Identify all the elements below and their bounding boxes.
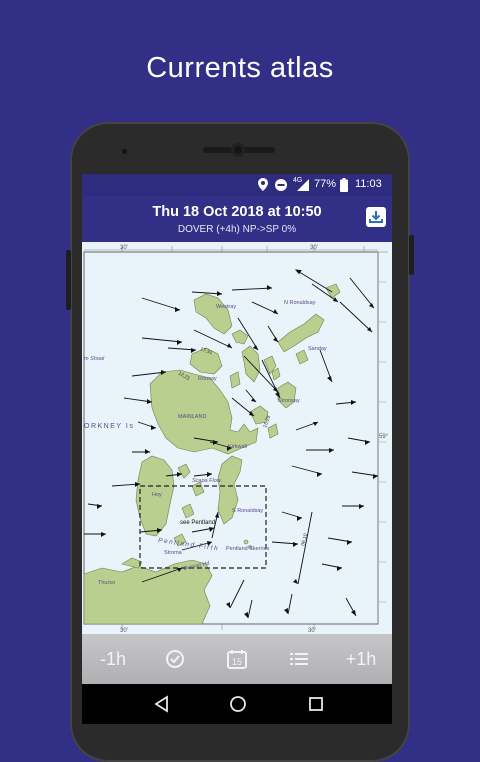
current-time-button[interactable] [150, 634, 200, 684]
download-icon [369, 211, 383, 223]
status-bar: 4G 77% 11:03 [82, 174, 392, 196]
place-thurso: Thurso [98, 580, 115, 586]
previous-hour-label: -1h [99, 648, 126, 669]
place-hoy: Hoy [152, 492, 162, 498]
next-hour-button[interactable]: +1h [336, 634, 386, 684]
proximity-sensor [122, 149, 127, 154]
place-n-ronaldsay: N Ronaldsay [284, 300, 316, 306]
front-camera [231, 143, 245, 157]
tick-label: 30' [310, 245, 318, 251]
home-icon[interactable] [228, 694, 248, 714]
app-header: Thu 18 Oct 2018 at 10:50 DOVER (+4h) NP-… [82, 196, 392, 242]
recents-icon[interactable] [306, 694, 326, 714]
place-orkney: ORKNEY Is [84, 423, 134, 430]
signal-icon [297, 179, 309, 191]
place-westray: Westray [216, 304, 236, 310]
time-toolbar: -1h 15 +1h [82, 634, 392, 684]
system-nav-bar [82, 684, 392, 724]
tick-label: 59° [379, 434, 389, 440]
clock-icon [166, 650, 184, 668]
place-pentland-skerries: Pentland Skerries [226, 546, 270, 552]
place-kirkwall: Kirkwall [228, 444, 247, 450]
previous-hour-button[interactable]: -1h [88, 634, 138, 684]
battery-percent: 77% [314, 178, 337, 190]
tick-label: 30' [120, 245, 128, 251]
place-stronsay: Stronsay [278, 398, 300, 404]
place-s-ronaldsay: S Ronaldsay [232, 508, 263, 514]
next-hour-label: +1h [345, 648, 377, 669]
location-icon [258, 178, 268, 191]
place-shoal: m Shoal [84, 356, 105, 362]
inset-label: see Pentland [180, 520, 215, 526]
power-button [409, 235, 414, 275]
place-stroma: Stroma [164, 550, 183, 556]
screen: 4G 77% 11:03 Thu 18 Oct 2018 at 10:50 DO… [82, 174, 392, 724]
volume-button [66, 250, 71, 310]
calendar-day: 15 [232, 657, 242, 667]
list-button[interactable] [274, 634, 324, 684]
do-not-disturb-icon [275, 179, 287, 191]
battery-icon [340, 178, 348, 192]
tide-reference: DOVER (+4h) NP->SP 0% [177, 224, 297, 235]
calendar-icon: 15 [227, 650, 247, 669]
back-icon[interactable] [152, 694, 172, 714]
calendar-button[interactable]: 15 [212, 634, 262, 684]
place-mainland: MAINLAND [178, 414, 206, 420]
place-scapa-flow: Scapa Flow [192, 478, 222, 484]
place-rousay: Rousay [198, 376, 217, 382]
headline: Currents atlas [146, 52, 334, 84]
date-title: Thu 18 Oct 2018 at 10:50 [152, 204, 322, 220]
list-icon [290, 653, 308, 665]
clock: 11:03 [355, 178, 382, 190]
download-button[interactable] [366, 207, 386, 227]
currents-map[interactable]: 30' 30' 59° 30' 30' N Ronaldsay Westray … [82, 242, 392, 634]
place-sanday: Sanday [308, 346, 327, 352]
